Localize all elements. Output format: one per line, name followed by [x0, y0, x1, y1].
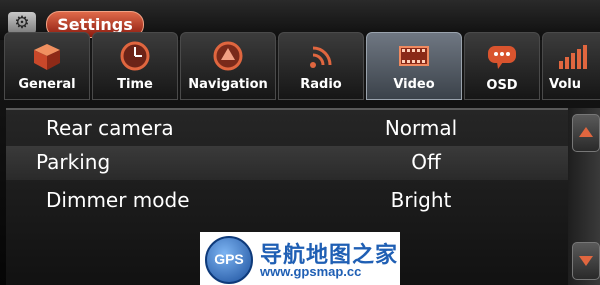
setting-row-parking[interactable]: Parking Off — [6, 146, 568, 180]
cube-icon — [34, 44, 60, 70]
setting-value[interactable]: Off — [351, 150, 501, 174]
tab-label: Navigation — [188, 77, 268, 92]
tab-osd[interactable]: OSD — [464, 32, 540, 100]
gps-logo-text: GPS — [214, 251, 244, 267]
tab-volume[interactable]: Volu — [542, 32, 600, 100]
navigation-icon — [213, 41, 243, 71]
tab-label: OSD — [486, 78, 518, 93]
setting-value[interactable]: Normal — [346, 116, 496, 140]
car-head-unit-screen: ⚙ Settings General Time Navigation Radio… — [0, 0, 600, 285]
clock-icon — [120, 41, 150, 71]
scrollbar[interactable] — [568, 108, 600, 285]
setting-value[interactable]: Bright — [346, 188, 496, 212]
setting-row-dimmer-mode[interactable]: Dimmer mode Bright — [6, 184, 568, 218]
scroll-up-button[interactable] — [572, 114, 600, 152]
watermark-url: www.gpsmap.cc — [260, 264, 362, 279]
tab-label: General — [18, 77, 76, 92]
tab-label: Volu — [549, 77, 581, 92]
tab-label: Time — [117, 77, 153, 92]
film-icon — [399, 46, 429, 66]
gps-logo: GPS — [205, 236, 253, 284]
tab-time[interactable]: Time — [92, 32, 178, 100]
tab-radio[interactable]: Radio — [278, 32, 364, 100]
setting-name: Parking — [36, 150, 111, 174]
setting-name: Dimmer mode — [46, 188, 190, 212]
volume-bars-icon — [559, 45, 587, 69]
tab-label: Radio — [300, 77, 342, 92]
tab-bar: General Time Navigation Radio Video OSD … — [0, 32, 600, 104]
tab-navigation[interactable]: Navigation — [180, 32, 276, 100]
speech-bubble-icon — [488, 46, 516, 69]
setting-name: Rear camera — [46, 116, 174, 140]
arrow-down-icon — [579, 256, 593, 266]
radio-waves-icon — [310, 46, 332, 68]
watermark: GPS 导航地图之家 www.gpsmap.cc — [200, 232, 400, 285]
tab-video[interactable]: Video — [366, 32, 462, 100]
tab-label: Video — [393, 77, 435, 92]
tab-general[interactable]: General — [4, 32, 90, 100]
setting-row-rear-camera[interactable]: Rear camera Normal — [6, 112, 568, 146]
scroll-down-button[interactable] — [572, 242, 600, 280]
gear-icon[interactable]: ⚙ — [8, 12, 36, 34]
arrow-up-icon — [579, 127, 593, 137]
